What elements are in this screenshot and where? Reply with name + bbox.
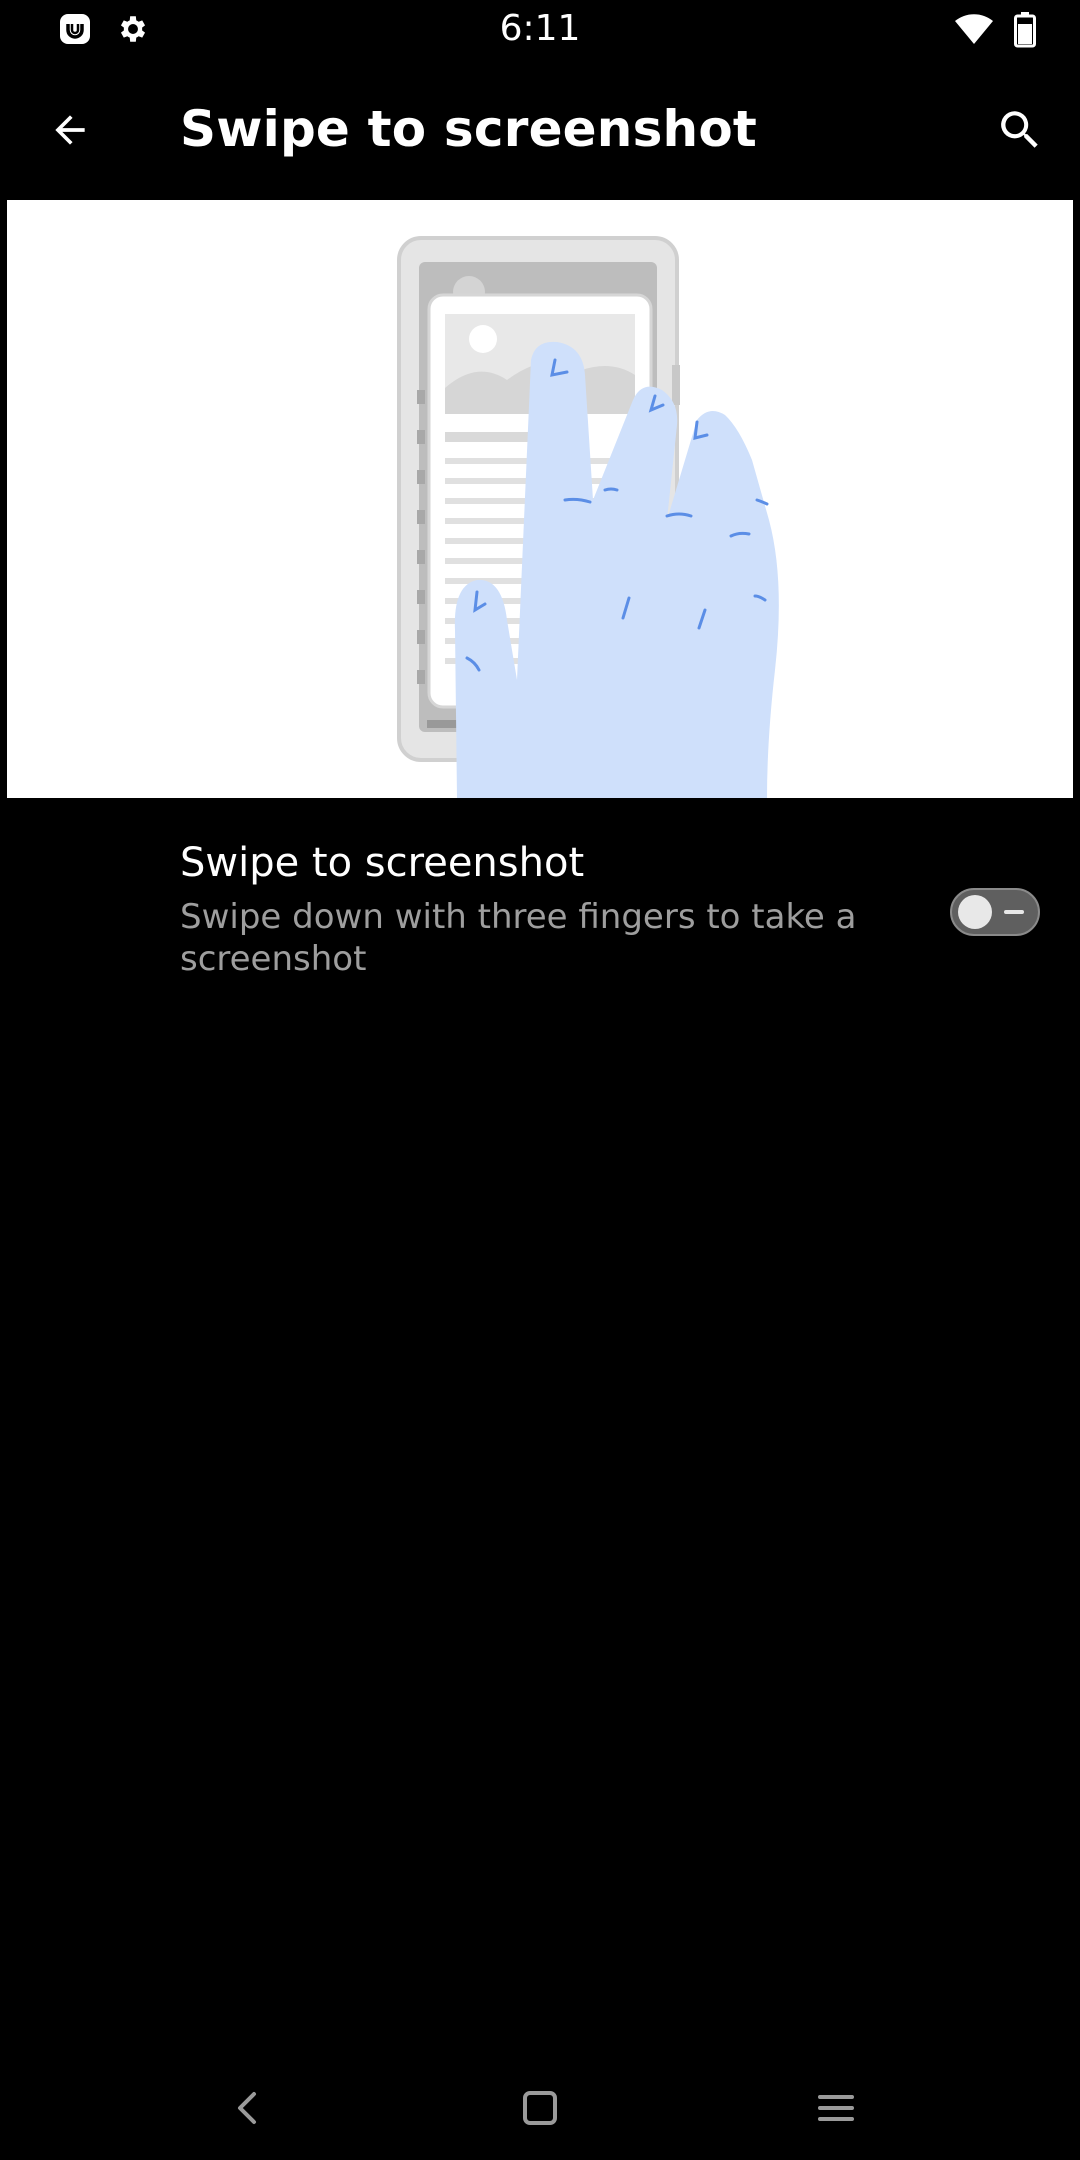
three-finger-swipe-illustration [397,236,779,798]
page-title: Swipe to screenshot [180,100,757,158]
swipe-to-screenshot-setting[interactable]: Swipe to screenshot Swipe down with thre… [0,830,1080,1000]
toggle-off-indicator [1004,910,1024,914]
nav-recents-button[interactable] [800,2074,872,2146]
toggle-knob [958,895,992,929]
navigation-bar [0,2060,1080,2160]
search-icon [995,105,1045,159]
arrow-back-icon [48,108,92,156]
nav-home-button[interactable] [504,2074,576,2146]
app-bar: Swipe to screenshot [0,62,1080,198]
search-button[interactable] [988,100,1052,164]
swipe-to-screenshot-toggle[interactable] [950,888,1040,936]
nav-back-button[interactable] [212,2074,284,2146]
battery-icon [1014,12,1036,52]
setting-summary: Swipe down with three fingers to take a … [180,897,857,979]
wifi-icon [954,14,994,50]
status-time: 6:11 [499,8,581,49]
status-right-icons [954,12,1036,52]
nav-recents-icon [816,2088,856,2132]
nav-back-icon [228,2088,268,2132]
setting-title: Swipe to screenshot [180,840,585,886]
nav-home-icon [520,2088,560,2132]
status-bar: 6:11 [0,0,1080,62]
back-button[interactable] [40,102,100,162]
illustration-panel [7,200,1073,798]
